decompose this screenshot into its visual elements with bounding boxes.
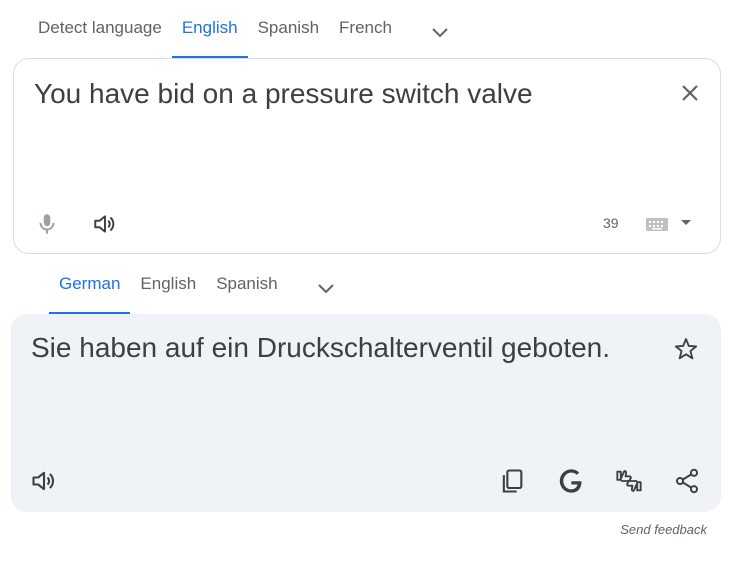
keyboard-icon[interactable] [646,216,668,232]
mic-icon[interactable] [34,211,60,237]
chevron-down-icon[interactable] [314,276,338,300]
close-icon[interactable] [678,81,702,105]
source-text-input[interactable]: You have bid on a pressure switch valve [34,77,533,111]
tab-detect-language[interactable]: Detect language [28,0,172,58]
tab-target-spanish[interactable]: Spanish [206,256,287,314]
dropdown-arrow-icon[interactable] [680,219,692,227]
translation-text: Sie haben auf ein Druckschalterventil ge… [31,332,611,363]
star-icon[interactable] [673,336,699,362]
speaker-icon[interactable] [92,211,118,237]
tab-target-german[interactable]: German [49,256,131,314]
tab-source-french[interactable]: French [329,0,402,58]
tab-source-spanish[interactable]: Spanish [248,0,329,58]
tab-target-english[interactable]: English [130,256,206,314]
tab-source-english[interactable]: English [171,0,248,58]
rate-icon[interactable] [615,467,643,495]
source-language-bar: Detect language English Spanish French [28,0,452,58]
share-icon[interactable] [673,467,701,495]
character-count: 39 [603,215,619,231]
translation-panel: Sie haben auf ein Druckschalterventil ge… [11,314,721,512]
google-icon[interactable] [557,467,585,495]
target-language-bar: German English Spanish [49,256,338,314]
source-text-panel: You have bid on a pressure switch valve … [13,58,721,254]
speaker-icon[interactable] [30,467,58,495]
copy-icon[interactable] [498,467,526,495]
send-feedback-link[interactable]: Send feedback [620,522,707,537]
chevron-down-icon[interactable] [428,20,452,44]
